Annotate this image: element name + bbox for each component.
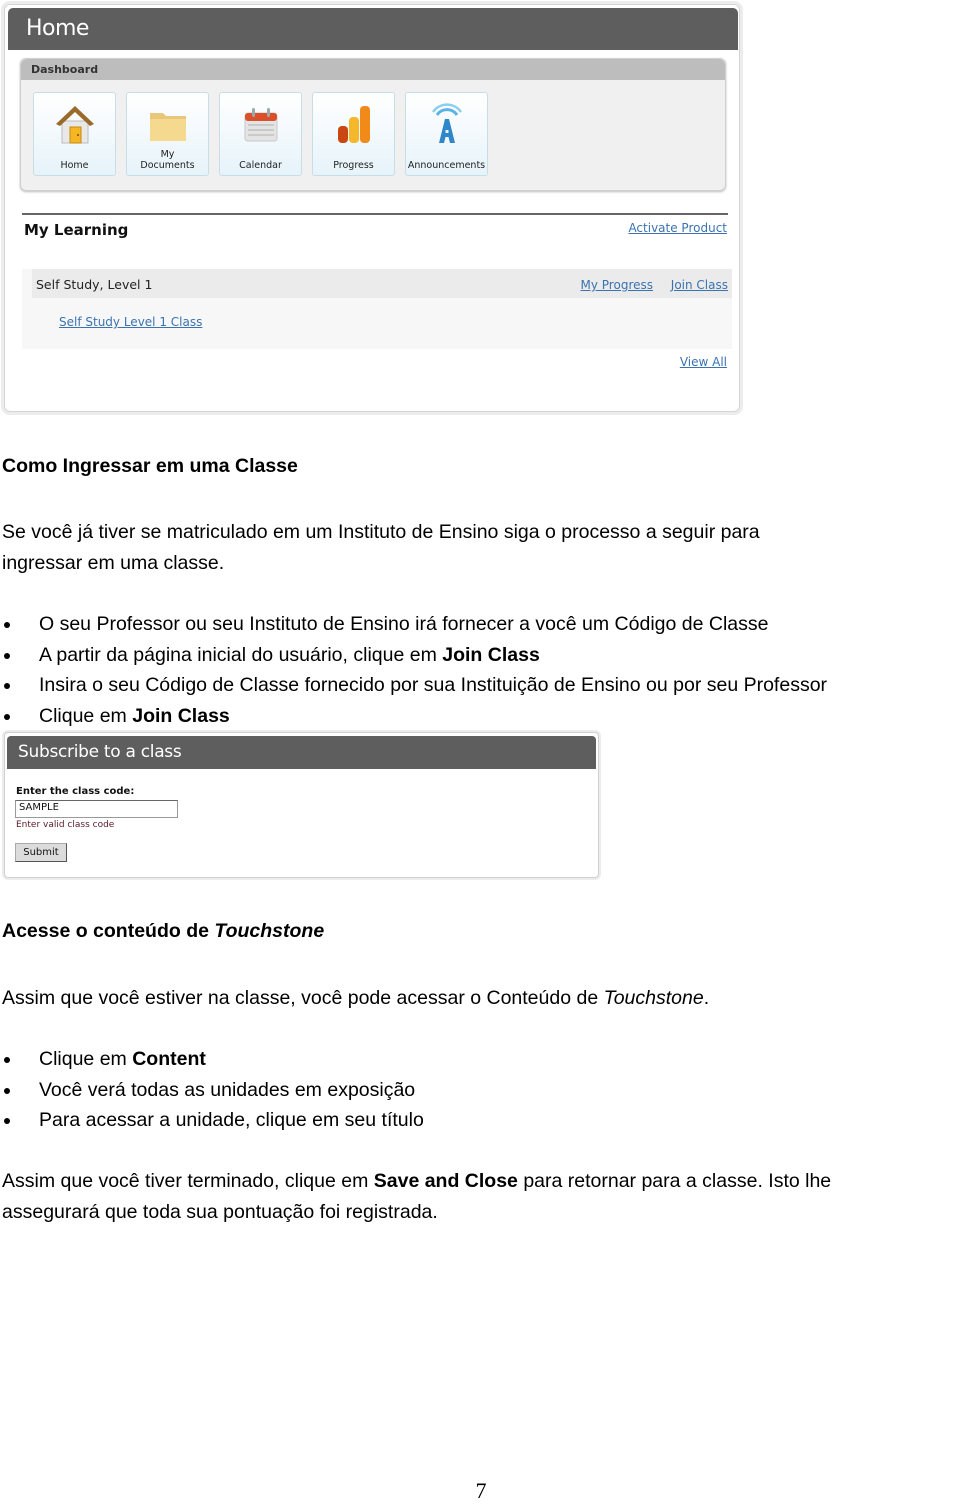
folder-icon — [149, 113, 186, 141]
list-item: Insira o seu Código de Classe fornecido … — [0, 670, 827, 701]
tile-progress[interactable]: Progress — [312, 92, 395, 176]
bullet-icon — [4, 1118, 10, 1124]
my-learning-title: My Learning — [24, 221, 129, 239]
bullet-icon — [4, 1087, 10, 1094]
section1-bullet-list: O seu Professor ou seu Instituto de Ensi… — [0, 609, 827, 731]
bullet-icon — [4, 652, 10, 659]
bullet-icon — [4, 622, 10, 628]
list-item: Para acessar a unidade, clique em seu tí… — [0, 1105, 424, 1136]
my-progress-link[interactable]: My Progress — [581, 278, 653, 292]
class-code-label: Enter the class code: — [16, 786, 135, 797]
bullet-icon — [4, 713, 10, 720]
closing-bold: Save and Close — [373, 1170, 518, 1192]
tile-home[interactable]: Home — [33, 92, 116, 176]
bar-chart-icon — [337, 106, 370, 143]
list-item-bold: Join Class — [442, 643, 540, 666]
course-name: Self Study, Level 1 — [36, 277, 153, 292]
tile-label-line1: My — [160, 149, 175, 160]
activate-product-link[interactable]: Activate Product — [628, 221, 727, 235]
tile-label: Calendar — [239, 160, 282, 171]
tile-calendar[interactable]: Calendar — [219, 92, 302, 176]
closing-line2: assegurará que toda sua pontuação foi re… — [2, 1200, 438, 1223]
tile-label: Progress — [333, 160, 374, 171]
tile-label: Announcements — [407, 160, 486, 171]
my-learning-divider — [22, 213, 728, 215]
home-title: Home — [26, 16, 89, 41]
list-item: Clique em Join Class — [0, 701, 827, 732]
calendar-icon — [244, 108, 277, 142]
list-item: O seu Professor ou seu Instituto de Ensi… — [0, 609, 827, 640]
subscribe-screenshot: Subscribe to a class Enter the class cod… — [4, 732, 599, 878]
list-item: Você verá todas as unidades em exposição — [0, 1075, 424, 1106]
list-item-text: Clique em — [39, 704, 133, 727]
closing-suffix: para retornar para a classe. Isto lhe — [517, 1170, 832, 1192]
list-item-text: Para acessar a unidade, clique em seu tí… — [39, 1109, 424, 1131]
view-all-link[interactable]: View All — [680, 355, 727, 369]
home-screenshot: Home Dashboard Home My Documents Calenda… — [4, 4, 740, 412]
section2-heading-italic: Touchstone — [214, 920, 325, 942]
tile-label: Home — [60, 160, 89, 171]
closing-text: Assim que você tiver terminado, clique e… — [2, 1170, 374, 1192]
course-box: Self Study, Level 1 My Progress Join Cla… — [22, 269, 732, 349]
section2-heading-text: Acesse o conteúdo de — [2, 920, 215, 942]
class-link[interactable]: Self Study Level 1 Class — [59, 315, 202, 329]
dashboard-header: Dashboard — [21, 59, 725, 80]
section2-bullet-list: Clique em Content Você verá todas as uni… — [0, 1044, 424, 1136]
submit-button[interactable]: Submit — [15, 843, 67, 862]
tile-label-line2: Documents — [140, 160, 195, 171]
join-class-link[interactable]: Join Class — [671, 278, 728, 292]
bullet-icon — [4, 1057, 10, 1063]
subscribe-title: Subscribe to a class — [18, 742, 182, 762]
section2-intro-suffix: . — [703, 987, 710, 1009]
home-titlebar: Home — [8, 8, 738, 50]
list-item: A partir da página inicial do usuário, c… — [0, 640, 827, 671]
class-code-input[interactable]: SAMPLE — [15, 800, 178, 818]
tile-my-documents[interactable]: My Documents — [126, 92, 209, 176]
list-item-text: Insira o seu Código de Classe fornecido … — [39, 674, 828, 696]
dashboard-panel: Dashboard Home My Documents Calendar Pro… — [20, 58, 726, 191]
list-item-text: A partir da página inicial do usuário, c… — [39, 643, 443, 666]
course-row: Self Study, Level 1 My Progress Join Cla… — [32, 269, 732, 298]
house-icon — [55, 106, 94, 144]
broadcast-a-icon — [431, 103, 462, 143]
section2-heading: Acesse o conteúdo de Touchstone — [2, 916, 324, 947]
closing-paragraph: Assim que você tiver terminado, clique e… — [2, 1166, 831, 1227]
section1-intro: Se você já tiver se matriculado em um In… — [2, 517, 760, 578]
section1-intro-line1: Se você já tiver se matriculado em um In… — [2, 521, 760, 543]
tile-label: My Documents — [127, 149, 208, 171]
subscribe-titlebar: Subscribe to a class — [7, 736, 596, 769]
list-item-text: Você verá todas as unidades em exposição — [39, 1078, 416, 1101]
section2-intro-italic: Touchstone — [603, 987, 704, 1009]
section1-heading: Como Ingressar em uma Classe — [2, 455, 298, 477]
list-item-bold: Content — [132, 1048, 206, 1070]
list-item-bold: Join Class — [132, 704, 230, 727]
section2-intro-text: Assim que você estiver na classe, você p… — [2, 987, 604, 1009]
list-item-text: Clique em — [39, 1048, 133, 1070]
page-number: 7 — [475, 1478, 487, 1503]
list-item: Clique em Content — [0, 1044, 424, 1075]
dashboard-tiles: Home My Documents Calendar Progress Anno… — [33, 92, 488, 176]
bullet-icon — [4, 683, 10, 689]
section1-intro-line2: ingressar em uma classe. — [2, 551, 225, 574]
list-item-text: O seu Professor ou seu Instituto de Ensi… — [39, 613, 769, 635]
tile-announcements[interactable]: Announcements — [405, 92, 488, 176]
section2-intro: Assim que você estiver na classe, você p… — [2, 983, 709, 1014]
class-code-hint: Enter valid class code — [16, 820, 115, 830]
